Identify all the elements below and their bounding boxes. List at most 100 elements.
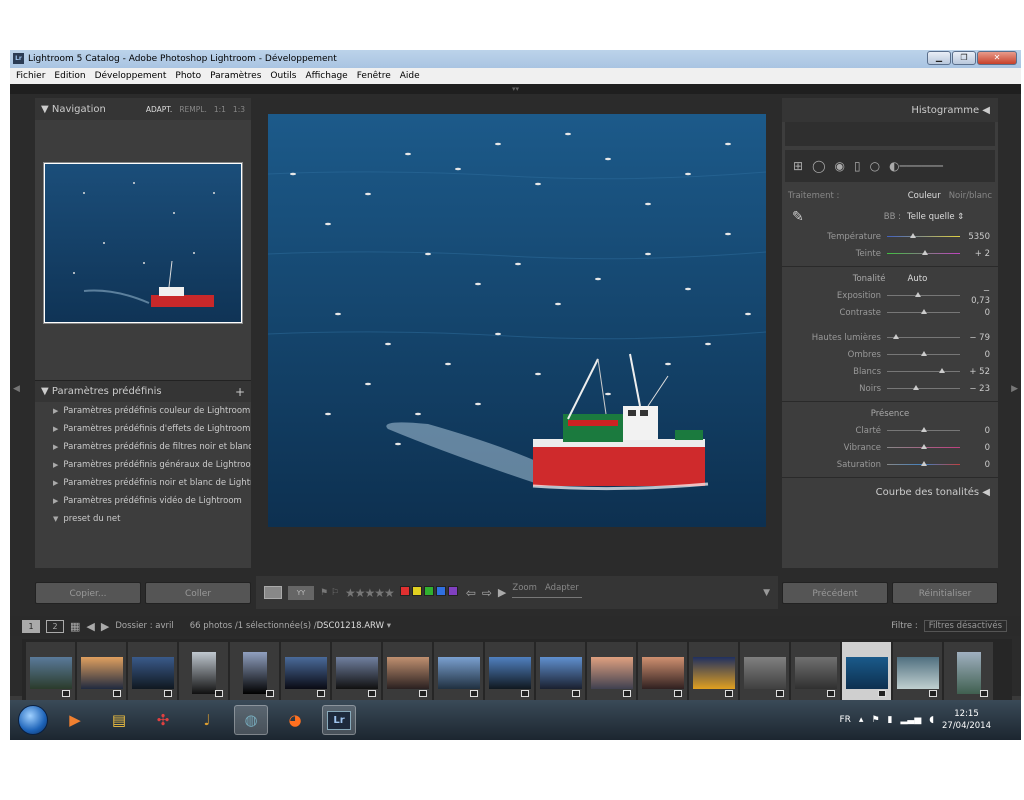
previous-settings-button[interactable]: Précédent	[782, 582, 888, 604]
zoom-slider[interactable]	[512, 596, 583, 598]
preset-folder[interactable]: ▶ Paramètres prédéfinis noir et blanc de …	[35, 474, 251, 492]
add-preset-icon[interactable]: +	[235, 385, 245, 399]
browser-icon[interactable]: ◍	[234, 705, 268, 735]
slider-value[interactable]: − 0,73	[968, 286, 990, 306]
slider-value[interactable]: 0	[968, 460, 990, 470]
slider-value[interactable]: − 79	[968, 333, 990, 343]
slider-value[interactable]: 0	[968, 350, 990, 360]
slider-track[interactable]	[887, 427, 960, 432]
previous-photo-icon[interactable]: ⇦	[466, 586, 476, 600]
power-icon[interactable]: ▮	[888, 715, 893, 725]
loupe-view-button[interactable]	[264, 586, 282, 599]
auto-tone-button[interactable]: Auto	[908, 271, 928, 287]
crop-tool-icon[interactable]: ⊞	[793, 159, 803, 173]
lightroom-taskbar-icon[interactable]: Lr	[322, 705, 356, 735]
start-button[interactable]	[18, 705, 48, 735]
menu-developpement[interactable]: Développement	[95, 68, 167, 84]
filmstrip-thumbnail[interactable]	[434, 642, 483, 704]
zoom-1-3-option[interactable]: 1:3	[233, 105, 245, 114]
before-after-button[interactable]: YY	[288, 585, 314, 600]
filmstrip-thumbnail[interactable]	[128, 642, 177, 704]
slider-value[interactable]: 5350	[968, 232, 990, 242]
filmstrip-thumbnail[interactable]	[689, 642, 738, 704]
filmstrip-thumbnail[interactable]	[587, 642, 636, 704]
preset-folder[interactable]: ▶ Paramètres prédéfinis généraux de Light…	[35, 456, 251, 474]
preset-folder[interactable]: ▶ Paramètres prédéfinis couleur de Lightr…	[35, 402, 251, 420]
minimize-button[interactable]: ▁	[927, 51, 951, 65]
top-panel-toggle[interactable]: ▾▾	[10, 84, 1021, 94]
app-icon-orange[interactable]: ♩	[190, 705, 224, 735]
menu-outils[interactable]: Outils	[270, 68, 296, 84]
rating-stars[interactable]: ★★★★★	[345, 586, 395, 600]
filmstrip-thumbnail[interactable]	[944, 642, 993, 704]
tone-curve-header[interactable]: Courbe des tonalités ◀	[782, 482, 998, 502]
tray-expand-icon[interactable]: ▴	[859, 715, 864, 725]
filmstrip-thumbnail[interactable]	[842, 642, 891, 704]
color-label-swatch[interactable]	[399, 586, 410, 596]
main-photo-view[interactable]	[267, 114, 767, 527]
filmstrip-thumbnail[interactable]	[536, 642, 585, 704]
slider-value[interactable]: + 2	[968, 249, 990, 259]
left-panel-toggle-icon[interactable]: ◀	[13, 384, 20, 394]
filmstrip-thumbnail[interactable]	[383, 642, 432, 704]
right-panel-toggle-icon[interactable]: ▶	[1011, 384, 1018, 394]
navigator-header[interactable]: ▼ Navigation ADAPT. REMPL. 1:1 1:3	[35, 98, 251, 120]
maximize-button[interactable]: ❐	[952, 51, 976, 65]
preset-folder[interactable]: ▼ preset du net	[35, 510, 251, 528]
filter-select[interactable]: Filtres désactivés	[923, 620, 1007, 632]
filmstrip-thumbnail[interactable]	[26, 642, 75, 704]
color-label-swatch[interactable]	[423, 586, 434, 596]
presets-header[interactable]: ▼ Paramètres prédéfinis +	[35, 380, 251, 402]
clock[interactable]: 12:15 27/04/2014	[942, 708, 991, 732]
zoom-1-1-option[interactable]: 1:1	[214, 105, 226, 114]
slider-knob[interactable]	[913, 385, 920, 390]
preset-folder[interactable]: ▶ Paramètres prédéfinis de filtres noir e…	[35, 438, 251, 456]
firefox-icon[interactable]: ◕	[278, 705, 312, 735]
toolbar-menu-chevron-icon[interactable]: ▼	[763, 588, 770, 598]
grid-view-icon[interactable]: ▦	[70, 620, 80, 633]
volume-icon[interactable]: ◖	[929, 715, 934, 725]
slider-value[interactable]: + 52	[968, 367, 990, 377]
slider-knob[interactable]	[921, 250, 928, 255]
color-label-swatch[interactable]	[435, 586, 446, 596]
menu-photo[interactable]: Photo	[175, 68, 201, 84]
slider-knob[interactable]	[920, 309, 927, 314]
menu-affichage[interactable]: Affichage	[305, 68, 347, 84]
filmstrip-thumbnail[interactable]	[179, 642, 228, 704]
filmstrip-thumbnail[interactable]	[332, 642, 381, 704]
slider-knob[interactable]	[920, 351, 927, 356]
spot-removal-icon[interactable]: ◯	[812, 159, 825, 173]
eyedropper-icon[interactable]: ✎	[792, 209, 804, 225]
menu-parametres[interactable]: Paramètres	[210, 68, 261, 84]
radial-filter-icon[interactable]: ○	[870, 159, 880, 173]
slider-knob[interactable]	[920, 427, 927, 432]
app-icon-red[interactable]: ✣	[146, 705, 180, 735]
menu-edition[interactable]: Edition	[54, 68, 85, 84]
slider-value[interactable]: − 23	[968, 384, 990, 394]
flag-tray-icon[interactable]: ⚑	[871, 715, 879, 725]
filmstrip-thumbnail[interactable]	[740, 642, 789, 704]
slider-value[interactable]: 0	[968, 426, 990, 436]
filmstrip-thumbnail[interactable]	[281, 642, 330, 704]
zoom-fit-option[interactable]: ADAPT.	[146, 105, 173, 114]
slider-knob[interactable]	[939, 368, 946, 373]
window-2-button[interactable]: 2	[46, 619, 64, 633]
slider-knob[interactable]	[909, 233, 916, 238]
slideshow-play-icon[interactable]: ▶	[498, 586, 506, 599]
filmstrip-thumbnail[interactable]	[791, 642, 840, 704]
zoom-fill-option[interactable]: REMPL.	[179, 105, 207, 114]
title-bar[interactable]: Lr Lightroom 5 Catalog - Adobe Photoshop…	[10, 50, 1021, 68]
explorer-folder-icon[interactable]: ▤	[102, 705, 136, 735]
window-1-button[interactable]: 1	[22, 619, 40, 633]
slider-track[interactable]	[887, 250, 960, 255]
preset-folder[interactable]: ▶ Paramètres prédéfinis d'effets de Light…	[35, 420, 251, 438]
color-label-swatch[interactable]	[447, 586, 458, 596]
menu-fichier[interactable]: Fichier	[16, 68, 45, 84]
filmstrip-thumbnail[interactable]	[485, 642, 534, 704]
filmstrip-thumbnail[interactable]	[893, 642, 942, 704]
slider-knob[interactable]	[892, 334, 899, 339]
treatment-color-option[interactable]: Couleur	[908, 191, 941, 201]
slider-knob[interactable]	[914, 292, 921, 297]
slider-track[interactable]	[887, 385, 960, 390]
slider-knob[interactable]	[920, 444, 927, 449]
